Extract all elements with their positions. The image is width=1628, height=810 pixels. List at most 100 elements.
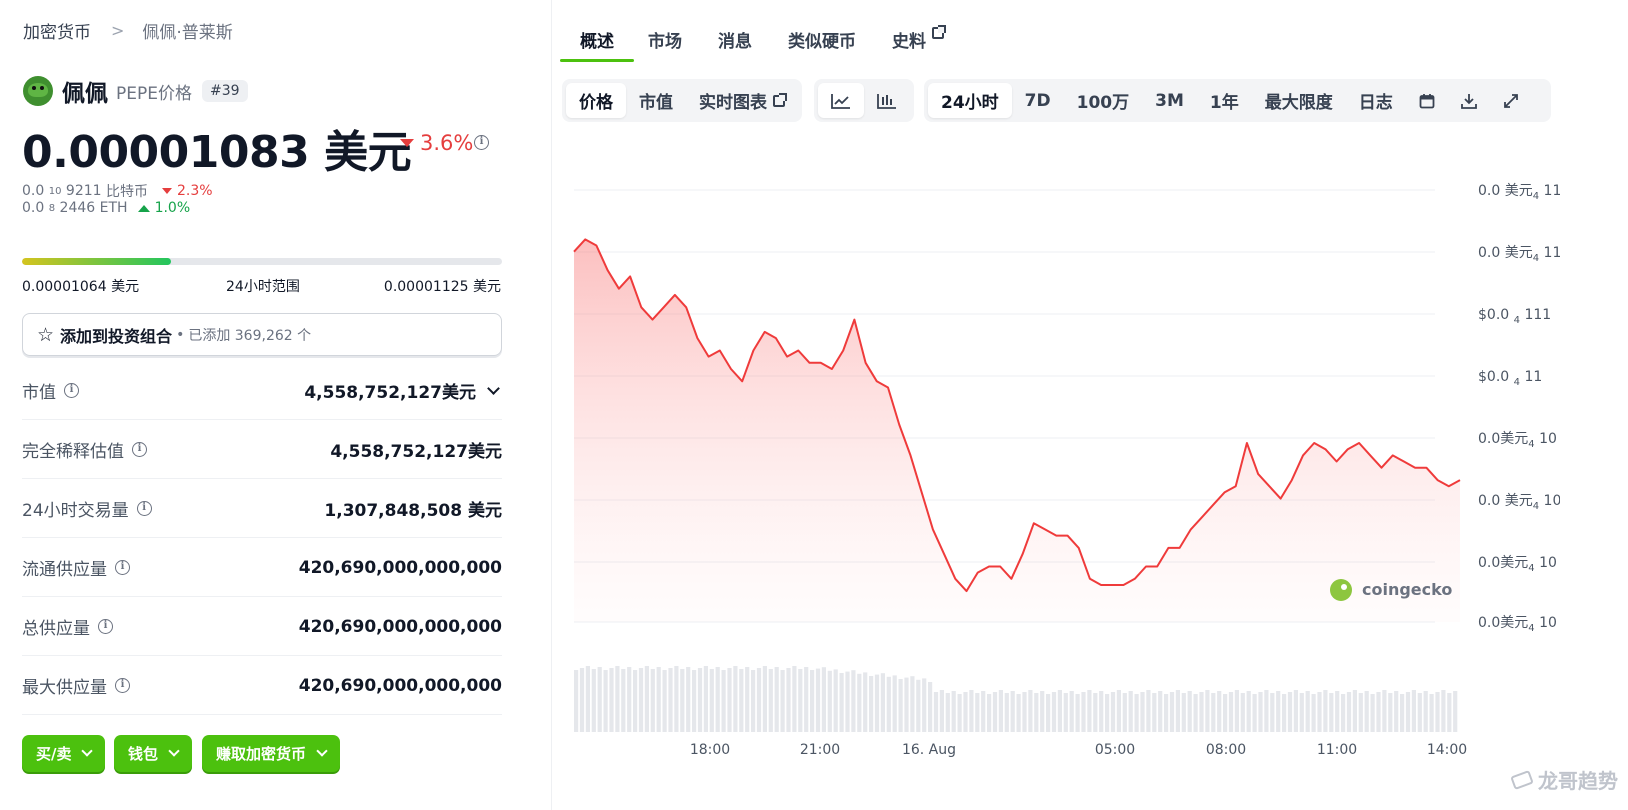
volume-bar (1405, 692, 1411, 732)
volume-bar (1276, 691, 1281, 732)
volume-bar (880, 673, 885, 732)
volume-bar (680, 669, 685, 732)
tab-news[interactable]: 消息 (718, 22, 752, 62)
volume-bar (1010, 691, 1015, 732)
volume-bar (1116, 690, 1121, 732)
stat-total-supply: 总供应量 i 420,690,000,000,000 (22, 598, 502, 656)
breadcrumb-root[interactable]: 加密货币 (23, 18, 91, 43)
candlestick-button[interactable] (864, 83, 910, 118)
volume-bar (1352, 690, 1357, 732)
y-tick-label: $0.0 4 11 (1478, 369, 1542, 388)
live-chart-button[interactable]: 实时图表 (686, 83, 798, 118)
volume-bar (886, 676, 891, 732)
volume-bar (721, 670, 726, 732)
volume-bar (1394, 691, 1399, 732)
range-3m-button[interactable]: 3M (1142, 83, 1197, 118)
range-max-button[interactable]: 最大限度 (1252, 83, 1346, 118)
volume-bar (845, 671, 850, 732)
y-tick-label: 0.0 美元4 11 (1478, 245, 1560, 264)
volume-bar (1140, 692, 1145, 732)
volume-bar (597, 667, 602, 732)
volume-bar (1305, 691, 1310, 732)
volume-bar (609, 668, 614, 732)
info-icon[interactable]: i (115, 560, 130, 575)
volume-bar (1034, 693, 1039, 732)
volume-bar (1169, 692, 1175, 732)
range-log-button[interactable]: 日志 (1346, 83, 1406, 118)
volume-bar (1228, 692, 1234, 732)
buy-sell-button[interactable]: 买/卖 (22, 735, 106, 772)
info-icon[interactable]: i (136, 501, 152, 516)
volume-bar (574, 670, 579, 732)
breadcrumb: 加密货币 > 佩佩·普莱斯 (23, 18, 233, 43)
download-button[interactable] (1448, 83, 1490, 118)
external-link-icon (932, 25, 946, 39)
volume-bar (1099, 691, 1104, 732)
line-chart-button[interactable] (818, 83, 864, 118)
volume-bar (910, 676, 915, 732)
expand-icon (1503, 93, 1518, 108)
volume-bar (674, 666, 679, 732)
download-icon (1460, 93, 1477, 109)
info-icon[interactable]: i (132, 442, 147, 457)
add-to-portfolio-button[interactable]: ☆ 添加到投资组合 • 已添加 369,262 个 (22, 313, 502, 356)
volume-bar (1411, 690, 1416, 732)
chevron-right-icon: > (111, 21, 125, 40)
y-tick-label: 0.0美元4 10 (1478, 615, 1557, 634)
range-24h-button[interactable]: 24小时 (928, 83, 1012, 118)
chevron-down-icon[interactable] (487, 381, 500, 395)
price-chart[interactable]: 0.0 美元4 11 0.0 美元4 11 $0.0 4 111 $0.0 4 11 0… (560, 160, 1560, 770)
range-7d-button[interactable]: 7D (1012, 83, 1064, 118)
coin-name: 佩佩 (62, 81, 108, 107)
volume-bar (1293, 690, 1298, 732)
metric-market-cap-button[interactable]: 市值 (626, 83, 686, 118)
x-tick-label: 21:00 (800, 742, 840, 758)
range-bar (22, 258, 502, 265)
calendar-button[interactable] (1406, 83, 1448, 118)
stat-fdv: 完全稀释估值 i 4,558,752,127美元 (22, 421, 502, 479)
x-tick-label: 16. Aug (902, 742, 956, 758)
volume-bar (786, 668, 791, 732)
wallet-button[interactable]: 钱包 (114, 735, 193, 772)
info-icon[interactable]: i (64, 383, 79, 398)
rank-badge: #39 (202, 80, 248, 102)
fullscreen-button[interactable] (1490, 83, 1532, 118)
volume-bar (709, 669, 714, 732)
volume-bar (1028, 690, 1033, 732)
price-value: 0.00001083 美元 (22, 127, 412, 178)
range-toggle: 24小时 7D 100万 3M 1年 最大限度 日志 (924, 79, 1551, 122)
info-icon[interactable]: i (98, 619, 113, 634)
info-icon[interactable]: i (115, 678, 130, 693)
volume-bar (627, 667, 632, 732)
stat-circulating-supply: 流通供应量 i 420,690,000,000,000 (22, 539, 502, 597)
tab-history[interactable]: 史料 (892, 22, 946, 62)
volume-bar (1382, 690, 1387, 732)
info-icon[interactable]: i (474, 135, 489, 150)
volume-bar (756, 668, 762, 732)
breadcrumb-current: 佩佩·普莱斯 (142, 23, 233, 43)
coin-header: 佩佩 PEPE价格 #39 (23, 76, 248, 107)
volume-bar (1435, 692, 1440, 732)
metric-price-button[interactable]: 价格 (566, 83, 626, 118)
volume-bar (1400, 694, 1405, 732)
volume-bar (1370, 694, 1375, 732)
x-tick-label: 05:00 (1095, 742, 1135, 758)
volume-bar (957, 694, 962, 732)
volume-bar (981, 691, 986, 732)
calendar-icon (1419, 93, 1435, 108)
tab-similar-coins[interactable]: 类似硬币 (788, 22, 856, 62)
range-1m-button[interactable]: 100万 (1064, 83, 1143, 118)
earn-crypto-button[interactable]: 赚取加密货币 (202, 735, 341, 772)
volume-bar (1175, 690, 1180, 732)
tab-markets[interactable]: 市场 (648, 22, 682, 62)
volume-bar (1217, 691, 1222, 732)
range-1y-button[interactable]: 1年 (1197, 83, 1252, 118)
stat-volume: 24小时交易量 i 1,307,848,508 美元 (22, 480, 502, 538)
triangle-up-icon (137, 204, 150, 212)
volume-bar (1323, 690, 1328, 732)
tab-overview[interactable]: 概述 (560, 22, 634, 62)
star-icon: ☆ (37, 323, 55, 346)
volume-bar (1040, 691, 1045, 732)
candlestick-icon (877, 93, 896, 109)
volume-bar (969, 690, 974, 732)
